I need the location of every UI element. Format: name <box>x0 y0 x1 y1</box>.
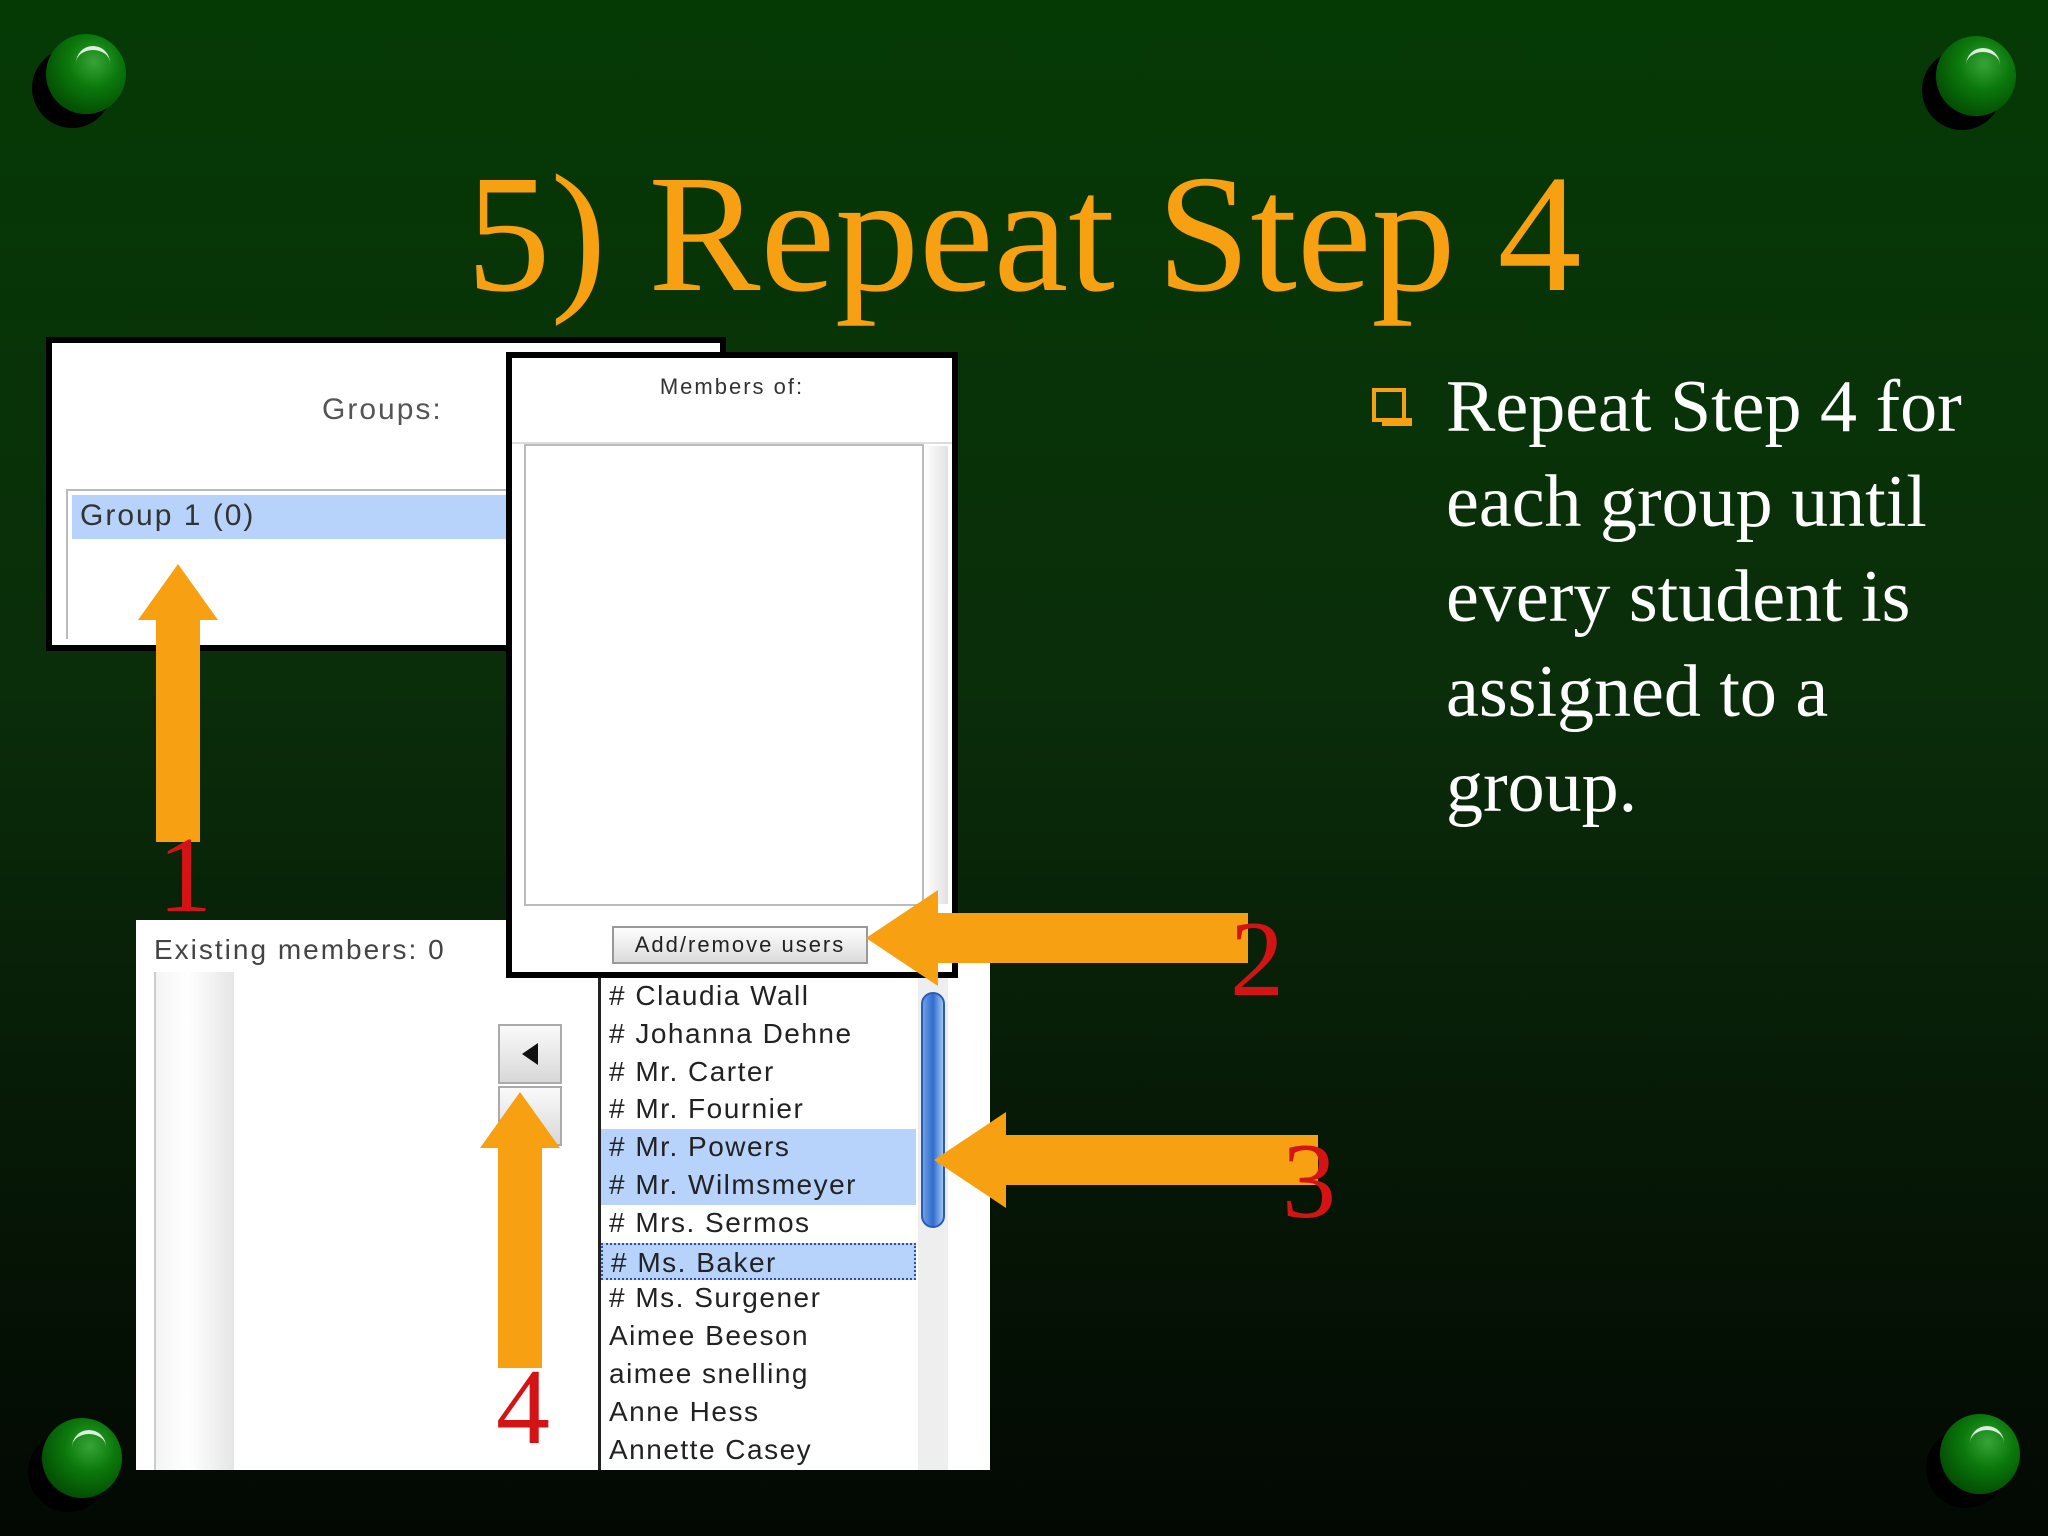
members-label: Members of: <box>659 374 805 399</box>
arrow-left-icon <box>866 890 1248 986</box>
bullet-text: Repeat Step 4 for each group until every… <box>1446 366 1962 828</box>
user-list-item[interactable]: Annette Casey <box>601 1432 916 1470</box>
user-list-item[interactable]: Anne Hess <box>601 1394 916 1432</box>
step-number-1: 1 <box>158 816 212 935</box>
move-left-button[interactable] <box>498 1024 562 1084</box>
user-list-item[interactable]: # Mr. Carter <box>601 1054 916 1092</box>
user-list-item[interactable]: # Mr. Powers <box>601 1129 916 1167</box>
user-list-item[interactable]: # Mrs. Sermos <box>601 1205 916 1243</box>
existing-members-panel: Existing members: 0 # Claudia Wall # Joha… <box>136 920 990 1470</box>
arrow-up-icon <box>138 564 218 842</box>
step-number-3: 3 <box>1282 1122 1336 1241</box>
user-list-item[interactable]: # Ms. Baker <box>601 1242 916 1281</box>
bullet-icon <box>1372 388 1412 426</box>
slide-title: 5) Repeat Step 4 <box>466 141 1582 327</box>
add-remove-users-button[interactable]: Add/remove users <box>612 926 868 964</box>
corner-dot-bottom-left <box>42 1418 122 1498</box>
arrow-up-icon <box>480 1092 560 1368</box>
existing-members-label: Existing members: 0 <box>154 934 446 965</box>
members-panel: Members of: Add/remove users <box>506 352 958 978</box>
step-number-4: 4 <box>496 1348 550 1467</box>
corner-dot-top-left <box>46 34 126 114</box>
user-list-item[interactable]: # Ms. Surgener <box>601 1280 916 1318</box>
user-list-item[interactable]: Aimee Beeson <box>601 1318 916 1356</box>
user-list-item[interactable]: # Mr. Fournier <box>601 1091 916 1129</box>
members-list[interactable] <box>524 444 924 906</box>
user-list-item[interactable]: aimee snelling <box>601 1356 916 1394</box>
arrow-left-icon <box>934 1112 1318 1208</box>
corner-dot-top-right <box>1936 36 2016 116</box>
left-triangle-icon <box>522 1043 538 1065</box>
user-list[interactable]: # Claudia Wall # Johanna Dehne # Mr. Carte… <box>598 978 916 1470</box>
user-list-scrollbar[interactable] <box>918 978 948 1470</box>
members-scrollbar[interactable] <box>924 446 948 904</box>
corner-dot-bottom-right <box>1940 1414 2020 1494</box>
user-list-item[interactable]: # Johanna Dehne <box>601 1016 916 1054</box>
existing-members-list[interactable] <box>154 972 234 1470</box>
user-list-item[interactable]: # Mr. Wilmsmeyer <box>601 1166 916 1205</box>
step-number-2: 2 <box>1230 900 1284 1019</box>
groups-label: Groups: <box>322 393 443 426</box>
